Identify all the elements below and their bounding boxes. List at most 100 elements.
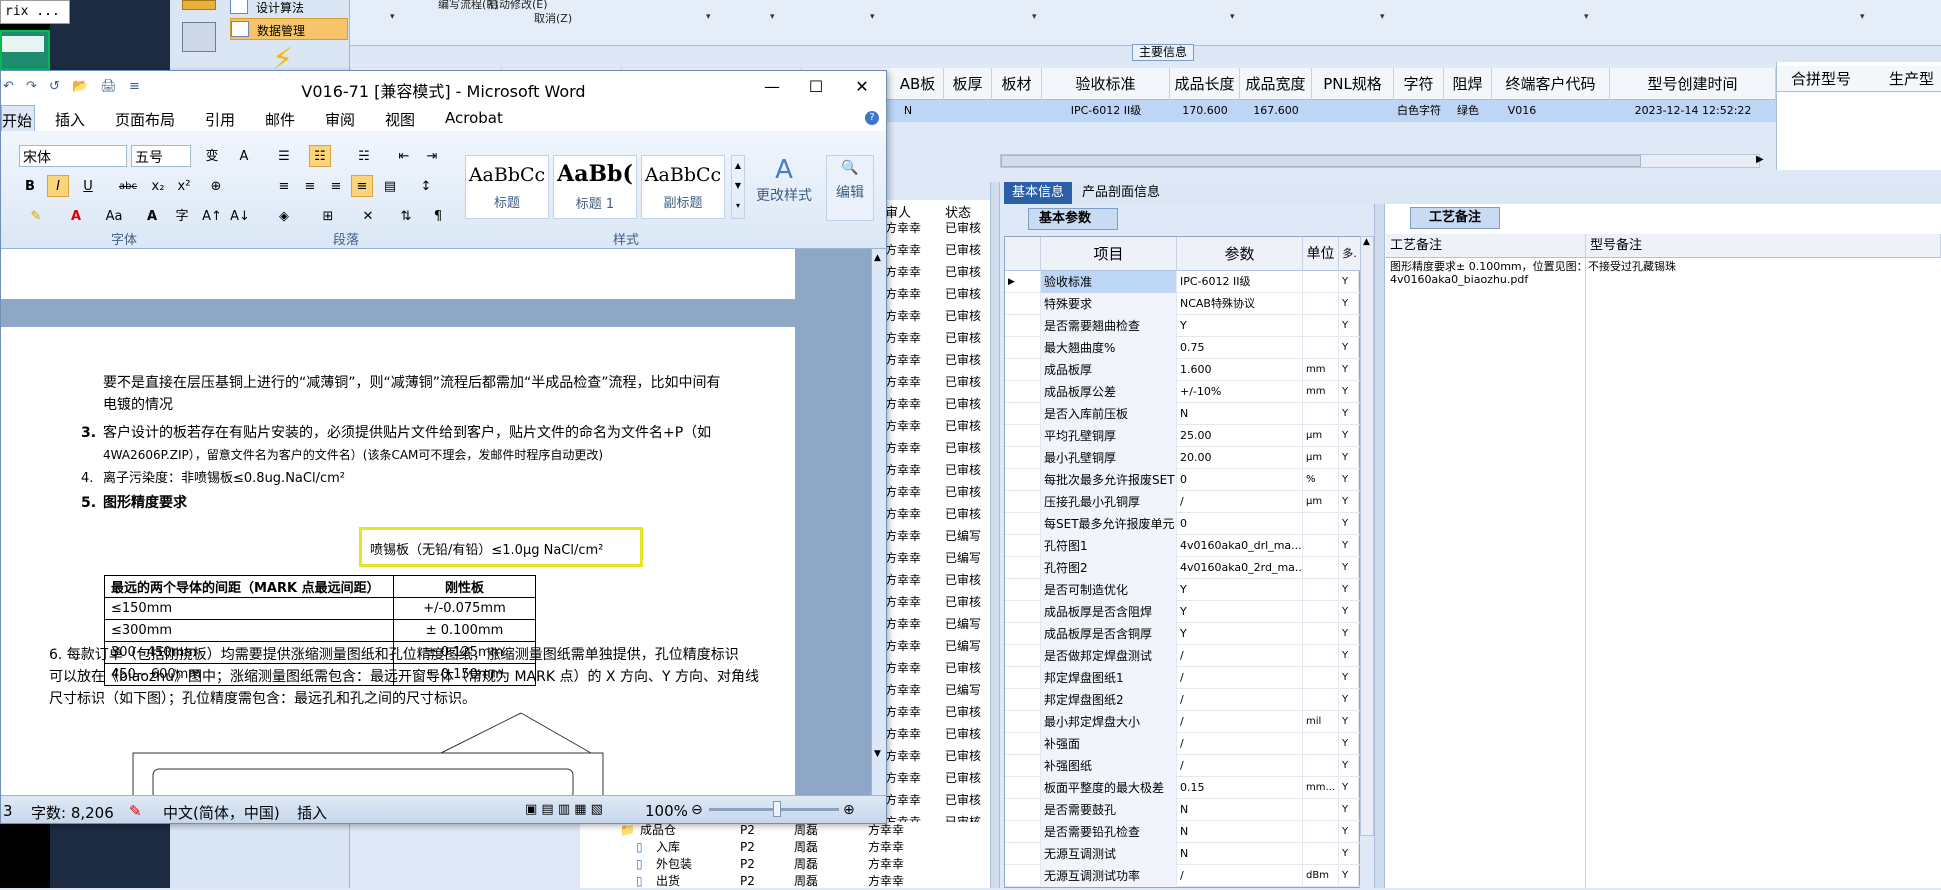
param-row[interactable]: 邦定焊盘图纸2/ Y	[1005, 689, 1361, 711]
param-cell-chk[interactable]: Y	[1339, 755, 1359, 777]
param-cell-chk[interactable]: Y	[1339, 645, 1359, 667]
param-cell-val[interactable]: NCAB特殊协议	[1177, 293, 1303, 315]
table-cell[interactable]: ± 0.150mm	[393, 663, 536, 686]
param-cell-item[interactable]: 最小孔壁铜厚	[1041, 447, 1177, 469]
param-cell-item[interactable]: 无源互调测试	[1041, 843, 1177, 865]
status-cell[interactable]: 已审核	[945, 440, 981, 457]
grid-col-material[interactable]: 板材	[992, 68, 1042, 100]
param-cell-val[interactable]: 0	[1177, 513, 1303, 535]
param-row[interactable]: 特殊要求 NCAB特殊协议 Y	[1005, 293, 1361, 315]
param-col-param[interactable]: 参数	[1177, 237, 1303, 271]
grid-col-width[interactable]: 成品宽度	[1240, 68, 1312, 100]
font-case-icon[interactable]: Aa	[103, 205, 125, 227]
reviewer-cell[interactable]: 方幸幸	[885, 550, 921, 567]
doc-paragraph[interactable]: 离子污染度：非喷锡板≤0.8ug.NaCl/cm²	[103, 469, 345, 489]
tree-row[interactable]: ▯ 入库 P2 周磊 方幸幸	[580, 839, 990, 856]
tab-view[interactable]: 视图	[385, 109, 415, 130]
param-cell-chk[interactable]: Y	[1339, 293, 1359, 315]
param-cell-chk[interactable]: Y	[1339, 381, 1359, 403]
param-cell-item[interactable]: 成品板厚公差	[1041, 381, 1177, 403]
param-row[interactable]: 最小孔壁铜厚 20.00 μm Y	[1005, 447, 1361, 469]
tree-row[interactable]: ▯ 外包装 P2 周磊 方幸幸	[580, 856, 990, 873]
zoom-out-icon[interactable]: ⊖	[691, 802, 703, 818]
change-case-icon[interactable]: 变	[201, 145, 223, 167]
subtab-basic-params[interactable]: 基本参数	[1028, 208, 1118, 230]
reviewer-cell[interactable]: 方幸幸	[885, 748, 921, 765]
shrink-font-icon[interactable]: A↓	[229, 205, 251, 227]
view-mode-icons[interactable]: ▣ ▤ ▥ ▦ ▧	[525, 802, 603, 817]
param-cell-chk[interactable]: Y	[1339, 359, 1359, 381]
param-cell-item[interactable]: 成品板厚是否含阻焊	[1041, 601, 1177, 623]
status-cell[interactable]: 已审核	[945, 792, 981, 809]
param-cell-val[interactable]: 4v0160aka0_2rd_ma...	[1177, 557, 1303, 579]
param-cell-chk[interactable]: Y	[1339, 733, 1359, 755]
strikethrough-icon[interactable]: abc	[117, 175, 139, 197]
param-cell-val[interactable]: 0	[1177, 469, 1303, 491]
chevron-down-icon[interactable]: ▾	[1032, 12, 1037, 22]
doc-paragraph[interactable]: 电镀的情况	[103, 395, 173, 415]
param-cell-val[interactable]: /	[1177, 667, 1303, 689]
reviewer-cell[interactable]: 方幸幸	[885, 462, 921, 479]
status-cell[interactable]: 已编写	[945, 550, 981, 567]
param-cell-item[interactable]: 无源互调测试功率	[1041, 865, 1177, 887]
param-cell-chk[interactable]: Y	[1339, 425, 1359, 447]
param-row[interactable]: 是否需要翘曲检查 Y Y	[1005, 315, 1361, 337]
reviewer-cell[interactable]: 方幸幸	[885, 242, 921, 259]
enclose-char-icon[interactable]: 字	[171, 205, 193, 227]
grid-col-customer[interactable]: 终端客户代码	[1492, 68, 1610, 100]
tab-craft-notes[interactable]: 工艺备注	[1410, 207, 1500, 229]
reviewer-cell[interactable]: 方幸幸	[885, 484, 921, 501]
param-row[interactable]: 平均孔壁铜厚 25.00 μm Y	[1005, 425, 1361, 447]
tab-review[interactable]: 审阅	[325, 109, 355, 130]
param-cell-item[interactable]: 每批次最多允许报废SET	[1041, 469, 1177, 491]
param-cell-item[interactable]: 平均孔壁铜厚	[1041, 425, 1177, 447]
param-cell-val[interactable]: /	[1177, 645, 1303, 667]
style-heading1[interactable]: AaBb( 标题 1	[553, 155, 637, 219]
status-cell[interactable]: 已审核	[945, 286, 981, 303]
underline-icon[interactable]: U	[77, 175, 99, 197]
param-row[interactable]: 每SET最多允许报废单元 0 Y	[1005, 513, 1361, 535]
param-cell-item[interactable]: 孔符图1	[1041, 535, 1177, 557]
grid-col-char[interactable]: 字符	[1394, 68, 1444, 100]
subscript-icon[interactable]: x₂	[147, 175, 169, 197]
zoom-level[interactable]: 100%	[645, 802, 688, 820]
status-cell[interactable]: 已审核	[945, 572, 981, 589]
scrollbar-thumb[interactable]	[1001, 155, 1641, 167]
edit-button[interactable]: 🔍 编辑	[826, 155, 874, 221]
reviewer-cell[interactable]: 方幸幸	[885, 220, 921, 237]
increase-indent-icon[interactable]: ⇥	[421, 145, 443, 167]
param-cell-unit[interactable]	[1303, 513, 1339, 535]
tab-acrobat[interactable]: Acrobat	[445, 109, 503, 127]
param-row[interactable]: 补强图纸 / Y	[1005, 755, 1361, 777]
param-scrollbar[interactable]: ▲	[1360, 236, 1374, 836]
reviewer-cell[interactable]: 方幸幸	[885, 594, 921, 611]
param-cell-chk[interactable]: Y	[1339, 843, 1359, 865]
param-cell-val[interactable]: IPC-6012 II级	[1177, 271, 1303, 293]
reviewer-cell[interactable]: 方幸幸	[885, 506, 921, 523]
param-cell-chk[interactable]: Y	[1339, 711, 1359, 733]
table-cell[interactable]: ≤300mm	[104, 619, 394, 642]
clear-format-icon[interactable]: A	[233, 145, 255, 167]
param-cell-val[interactable]: N	[1177, 843, 1303, 865]
align-center-icon[interactable]: ≡	[299, 175, 321, 197]
param-row[interactable]: 邦定焊盘图纸1/ Y	[1005, 667, 1361, 689]
decrease-indent-icon[interactable]: ⇤	[393, 145, 415, 167]
param-row[interactable]: 是否需要鼓孔 N Y	[1005, 799, 1361, 821]
char-shading-icon[interactable]: A	[141, 205, 163, 227]
language[interactable]: 中文(简体，中国)	[163, 802, 280, 823]
param-cell-chk[interactable]: Y	[1339, 601, 1359, 623]
param-cell-item[interactable]: 成品板厚是否含铜厚	[1041, 623, 1177, 645]
param-cell-unit[interactable]: %	[1303, 469, 1339, 491]
param-row[interactable]: 无源互调测试功率 / dBm Y	[1005, 865, 1361, 887]
close-icon[interactable]: ✕	[847, 75, 877, 99]
param-cell-item[interactable]: 是否需要鼓孔	[1041, 799, 1177, 821]
table-cell[interactable]: 最远的两个导体的间距（MARK 点最远间距）	[104, 575, 394, 598]
reviewer-cell[interactable]: 方幸幸	[885, 616, 921, 633]
maximize-icon[interactable]: ☐	[801, 75, 831, 99]
param-col-unit[interactable]: 单位	[1303, 237, 1339, 271]
char-border-icon[interactable]: ⊕	[205, 175, 227, 197]
param-cell-val[interactable]: Y	[1177, 315, 1303, 337]
status-cell[interactable]: 已审核	[945, 506, 981, 523]
param-cell-val[interactable]: /	[1177, 689, 1303, 711]
tree-row[interactable]: ▯ 出货 P2 周磊 方幸幸	[580, 873, 990, 890]
